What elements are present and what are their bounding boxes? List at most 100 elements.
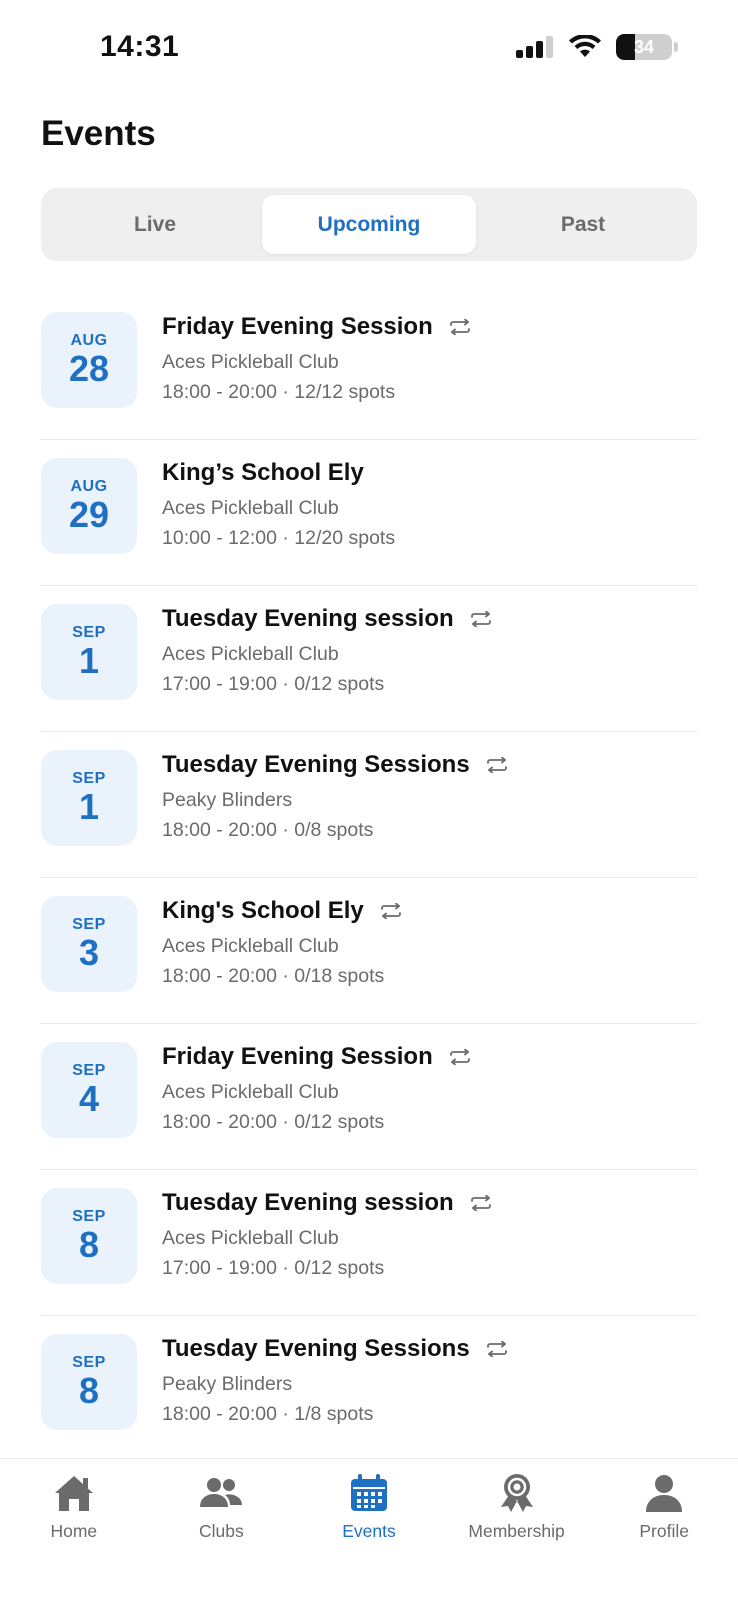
event-title: King’s School Ely	[162, 459, 364, 486]
event-info: Friday Evening Session Aces Pickleball C…	[162, 1040, 697, 1134]
tab-bar-events[interactable]: Events	[295, 1459, 443, 1600]
date-day: 28	[68, 348, 110, 389]
event-title: Tuesday Evening Sessions	[162, 751, 470, 778]
event-row[interactable]: AUG 29 King’s School Ely Aces Pickleball…	[41, 440, 697, 586]
tab-past[interactable]: Past	[476, 195, 690, 254]
cellular-signal-icon	[516, 36, 553, 58]
event-row[interactable]: SEP 1 Tuesday Evening session Aces Pickl…	[41, 586, 697, 732]
status-bar: 14:31 34	[0, 0, 738, 100]
event-title: Tuesday Evening session	[162, 605, 454, 632]
date-day: 8	[78, 1370, 100, 1411]
tab-bar-membership[interactable]: Membership	[443, 1459, 591, 1600]
tab-bar-clubs[interactable]: Clubs	[148, 1459, 296, 1600]
event-time-spots: 18:00 - 20:00 · 12/12 spots	[162, 381, 396, 403]
repeat-icon	[449, 319, 470, 335]
tab-upcoming[interactable]: Upcoming	[262, 195, 476, 254]
date-day: 29	[68, 494, 110, 535]
event-row[interactable]: SEP 3 King's School Ely Aces Pickleball …	[41, 878, 697, 1024]
event-row[interactable]: SEP 1 Tuesday Evening Sessions Peaky Bli…	[41, 732, 697, 878]
bottom-tab-bar: Home Clubs Events Membership Profile	[0, 1458, 738, 1600]
repeat-icon	[486, 757, 507, 773]
tab-bar-profile[interactable]: Profile	[590, 1459, 738, 1600]
event-info: Tuesday Evening session Aces Pickleball …	[162, 602, 697, 696]
date-badge: SEP 1	[41, 750, 137, 846]
event-club: Aces Pickleball Club	[162, 643, 339, 665]
date-day: 3	[78, 932, 100, 973]
event-time-spots: 17:00 - 19:00 · 0/12 spots	[162, 1257, 385, 1279]
event-info: Tuesday Evening Sessions Peaky Blinders …	[162, 748, 697, 842]
date-day: 8	[78, 1224, 100, 1265]
tab-bar-label: Profile	[639, 1521, 689, 1541]
event-title: King's School Ely	[162, 897, 364, 924]
tab-bar-label: Membership	[468, 1521, 565, 1541]
date-day: 4	[78, 1078, 100, 1119]
event-time-spots: 18:00 - 20:00 · 0/8 spots	[162, 819, 374, 841]
date-badge: SEP 8	[41, 1334, 137, 1430]
date-day: 1	[78, 786, 100, 827]
event-club: Aces Pickleball Club	[162, 351, 339, 373]
date-badge: SEP 4	[41, 1042, 137, 1138]
event-title-line: Tuesday Evening session	[162, 602, 697, 636]
repeat-icon	[486, 1341, 507, 1357]
date-day: 1	[78, 640, 100, 681]
tab-bar-home[interactable]: Home	[0, 1459, 148, 1600]
tab-live[interactable]: Live	[48, 195, 262, 254]
repeat-icon	[449, 1049, 470, 1065]
tab-bar-label: Events	[342, 1521, 396, 1541]
date-badge: AUG 28	[41, 312, 137, 408]
event-info: Friday Evening Session Aces Pickleball C…	[162, 310, 697, 404]
event-list: AUG 28 Friday Evening Session Aces Pickl…	[41, 294, 697, 1462]
date-badge: SEP 1	[41, 604, 137, 700]
tab-bar-label: Clubs	[199, 1521, 244, 1541]
event-info: King’s School Ely Aces Pickleball Club 1…	[162, 456, 697, 550]
events-filter-tabs: Live Upcoming Past	[41, 188, 697, 261]
event-info: Tuesday Evening Sessions Peaky Blinders …	[162, 1332, 697, 1426]
event-title-line: King’s School Ely	[162, 456, 697, 490]
event-title-line: Friday Evening Session	[162, 1040, 697, 1074]
repeat-icon	[470, 1195, 491, 1211]
date-badge: SEP 3	[41, 896, 137, 992]
profile-icon	[646, 1475, 683, 1512]
event-time-spots: 17:00 - 19:00 · 0/12 spots	[162, 673, 385, 695]
event-time-spots: 18:00 - 20:00 · 0/12 spots	[162, 1111, 385, 1133]
event-title: Friday Evening Session	[162, 313, 433, 340]
event-row[interactable]: SEP 8 Tuesday Evening session Aces Pickl…	[41, 1170, 697, 1316]
event-club: Aces Pickleball Club	[162, 497, 339, 519]
event-club: Aces Pickleball Club	[162, 1227, 339, 1249]
event-title: Tuesday Evening Sessions	[162, 1335, 470, 1362]
membership-icon	[500, 1474, 533, 1512]
event-club: Peaky Blinders	[162, 789, 293, 811]
event-title-line: Friday Evening Session	[162, 310, 697, 344]
repeat-icon	[380, 903, 401, 919]
calendar-icon	[350, 1474, 387, 1511]
home-icon	[54, 1476, 93, 1511]
event-row[interactable]: SEP 4 Friday Evening Session Aces Pickle…	[41, 1024, 697, 1170]
event-title: Tuesday Evening session	[162, 1189, 454, 1216]
event-title-line: Tuesday Evening Sessions	[162, 748, 697, 782]
event-club: Aces Pickleball Club	[162, 935, 339, 957]
event-info: King's School Ely Aces Pickleball Club 1…	[162, 894, 697, 988]
event-time-spots: 18:00 - 20:00 · 1/8 spots	[162, 1403, 374, 1425]
repeat-icon	[470, 611, 491, 627]
event-row[interactable]: AUG 28 Friday Evening Session Aces Pickl…	[41, 294, 697, 440]
event-row[interactable]: SEP 8 Tuesday Evening Sessions Peaky Bli…	[41, 1316, 697, 1462]
event-title-line: Tuesday Evening Sessions	[162, 1332, 697, 1366]
event-title: Friday Evening Session	[162, 1043, 433, 1070]
battery-level: 34	[633, 36, 655, 57]
event-title-line: King's School Ely	[162, 894, 697, 928]
tab-bar-label: Home	[50, 1521, 98, 1541]
date-badge: SEP 8	[41, 1188, 137, 1284]
event-time-spots: 10:00 - 12:00 · 12/20 spots	[162, 527, 396, 549]
date-badge: AUG 29	[41, 458, 137, 554]
event-title-line: Tuesday Evening session	[162, 1186, 697, 1220]
status-icons: 34	[516, 34, 678, 60]
event-time-spots: 18:00 - 20:00 · 0/18 spots	[162, 965, 385, 987]
event-club: Peaky Blinders	[162, 1373, 293, 1395]
clubs-icon	[200, 1478, 243, 1507]
status-time: 14:31	[100, 30, 180, 63]
event-club: Aces Pickleball Club	[162, 1081, 339, 1103]
battery-icon: 34	[616, 34, 672, 60]
battery-nub	[674, 42, 678, 52]
page-title: Events	[41, 114, 156, 153]
event-info: Tuesday Evening session Aces Pickleball …	[162, 1186, 697, 1280]
